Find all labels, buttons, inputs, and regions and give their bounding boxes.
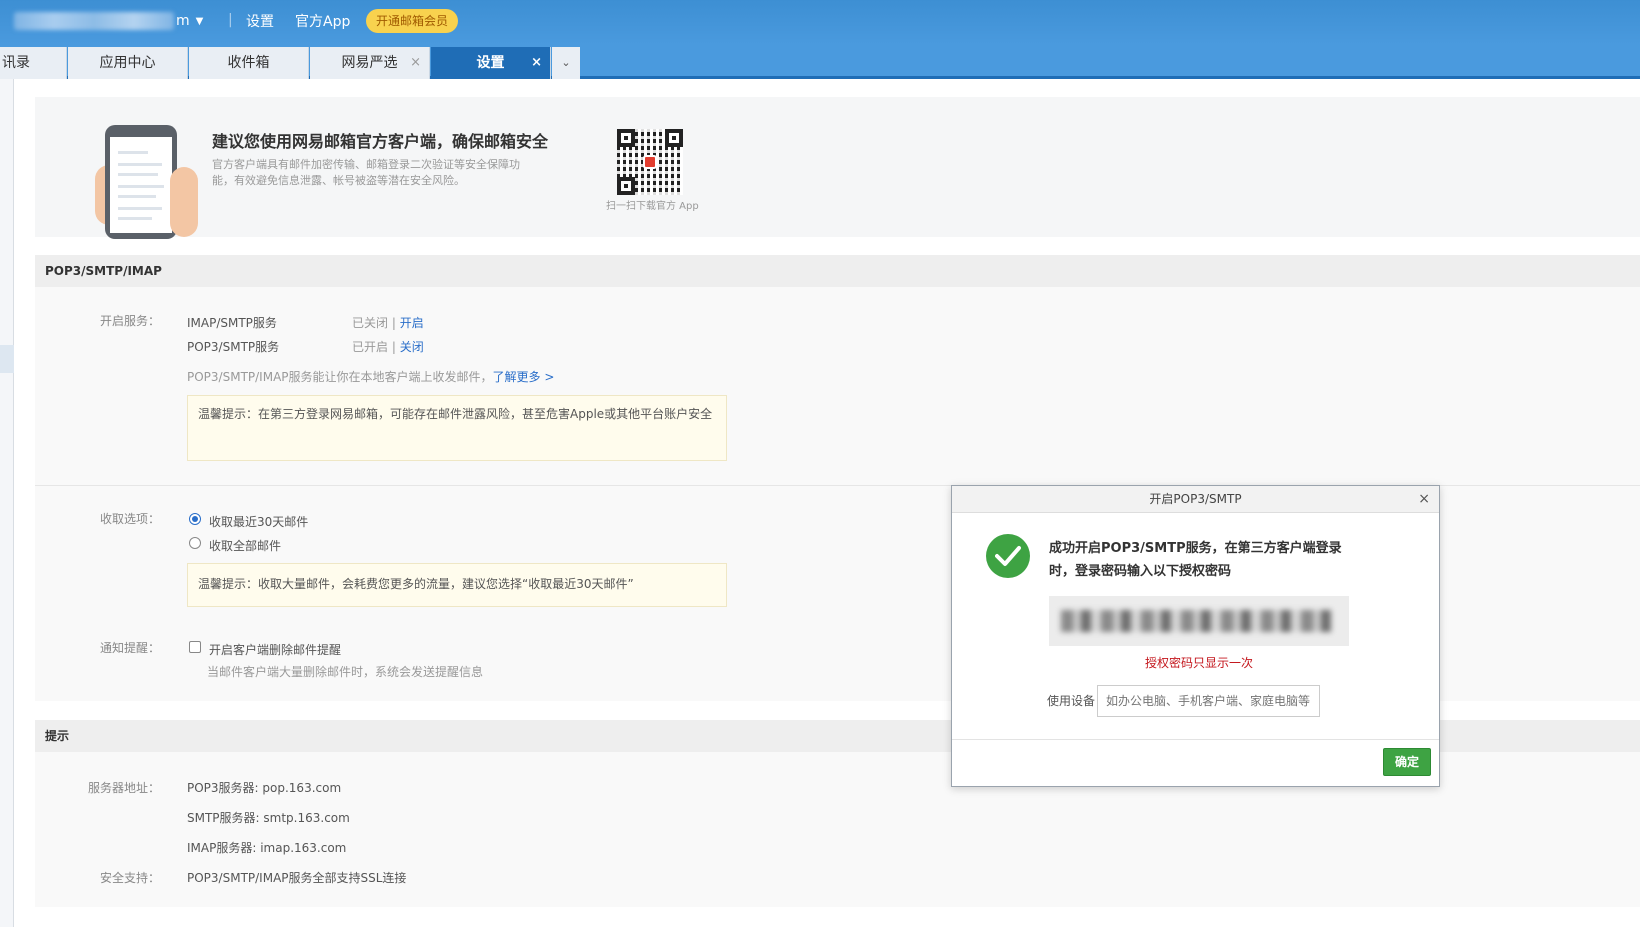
imap-enable-link[interactable]: 开启 [400,316,424,330]
fetch-all-radio[interactable] [189,537,201,549]
learn-more-link[interactable]: 了解更多 > [493,370,555,384]
auth-code-note: 授权密码只显示一次 [1144,656,1253,670]
tab-label: 设置 [476,55,505,71]
vip-upgrade-button[interactable]: 开通邮箱会员 [366,9,459,33]
notify-label: 通知提醒： [99,641,160,655]
fetch-30-days-label[interactable]: 收取最近30天邮件 [209,513,308,530]
section-header-pop3: POP3/SMTP/IMAP [35,255,1640,287]
pop3-disable-link[interactable]: 关闭 [400,340,424,354]
sidebar-selected-item[interactable] [0,345,14,373]
phone-illustration [105,125,177,239]
dialog-title-bar: 开启POP3/SMTP × [952,486,1439,513]
qr-caption: 扫一扫下载官方 App [606,201,699,212]
success-message: 成功开启POP3/SMTP服务，在第三方客户端登录时，登录密码输入以下授权密码 [1049,541,1342,579]
promo-description: 官方客户端具有邮件加密传输、邮箱登录二次验证等安全保障功能，有效避免信息泄露、帐… [212,158,520,187]
confirm-button[interactable]: 确定 [1383,748,1431,776]
settings-link[interactable]: 设置 [246,11,274,31]
success-check-icon [986,534,1030,578]
chevron-down-icon: ⌄ [561,56,571,69]
ssl-label: 安全支持： [99,871,160,885]
tab-label: 收件箱 [227,55,270,71]
tab-yanxuan[interactable]: 网易严选 × [310,47,430,79]
tab-bar: 讯录 应用中心 收件箱 网易严选 × 设置 × ⌄ [0,45,1640,79]
client-promo-banner: 建议您使用网易邮箱官方客户端，确保邮箱安全 官方客户端具有邮件加密传输、邮箱登录… [35,97,1640,239]
hand-illustration [170,167,198,237]
account-switcher[interactable]: m ▼ [14,10,203,32]
close-icon[interactable]: × [1418,486,1430,513]
tab-app-center[interactable]: 应用中心 [68,47,188,79]
delete-reminder-checkbox[interactable] [189,641,201,653]
account-name-suffix: m [176,13,190,29]
sidebar-edge [0,79,14,927]
qr-code [617,129,683,195]
delete-reminder-label[interactable]: 开启客户端删除邮件提醒 [209,641,341,658]
dialog-footer-divider [952,739,1439,740]
smtp-server: SMTP服务器: smtp.163.com [187,811,350,825]
account-name-redacted [14,12,174,30]
tab-label: 网易严选 [341,55,398,71]
tab-inbox[interactable]: 收件箱 [189,47,309,79]
top-header: m ▼ | 设置 官方App 开通邮箱会员 [0,0,1640,45]
device-label: 使用设备 [1047,694,1096,708]
tab-contacts[interactable]: 讯录 [0,47,67,79]
official-app-link[interactable]: 官方App [295,11,350,31]
pop3-service-name: POP3/SMTP服务 [187,340,280,354]
service-label: 开启服务： [99,314,160,328]
auth-code-redacted [1049,596,1349,646]
pop3-service-status: 已开启 | 关闭 [352,340,424,354]
netease-mail-logo [643,155,657,169]
tab-overflow-button[interactable]: ⌄ [552,47,580,79]
dialog-title: 开启POP3/SMTP [1149,492,1242,506]
ssl-support: POP3/SMTP/IMAP服务全部支持SSL连接 [187,871,407,885]
tab-label: 应用中心 [99,55,156,71]
imap-service-status: 已关闭 | 开启 [352,316,424,330]
security-notice: 温馨提示：在第三方登录网易邮箱，可能存在邮件泄露风险，甚至危害Apple或其他平… [187,395,727,461]
pop3-server: POP3服务器: pop.163.com [187,781,342,795]
traffic-notice: 温馨提示：收取大量邮件，会耗费您更多的流量，建议您选择“收取最近30天邮件” [187,563,727,607]
close-icon[interactable]: × [410,47,421,79]
fetch-options-label: 收取选项： [99,512,160,526]
device-input[interactable] [1097,685,1320,717]
delete-reminder-description: 当邮件客户端大量删除邮件时，系统会发送提醒信息 [207,665,484,679]
chevron-down-icon: ▼ [195,15,204,27]
imap-service-name: IMAP/SMTP服务 [187,316,277,330]
promo-title: 建议您使用网易邮箱官方客户端，确保邮箱安全 [212,132,549,151]
fetch-all-label[interactable]: 收取全部邮件 [209,537,281,554]
tab-settings[interactable]: 设置 × [431,47,551,79]
header-divider: | [228,12,233,28]
server-address-label: 服务器地址： [87,781,160,795]
fetch-30-days-radio[interactable] [189,513,201,525]
imap-server: IMAP服务器: imap.163.com [187,841,347,855]
enable-pop3-dialog: 开启POP3/SMTP × 成功开启POP3/SMTP服务，在第三方客户端登录时… [951,485,1440,787]
tab-label: 讯录 [2,55,30,71]
service-info-text: POP3/SMTP/IMAP服务能让你在本地客户端上收发邮件，了解更多 > [187,370,555,384]
close-icon[interactable]: × [531,47,542,79]
